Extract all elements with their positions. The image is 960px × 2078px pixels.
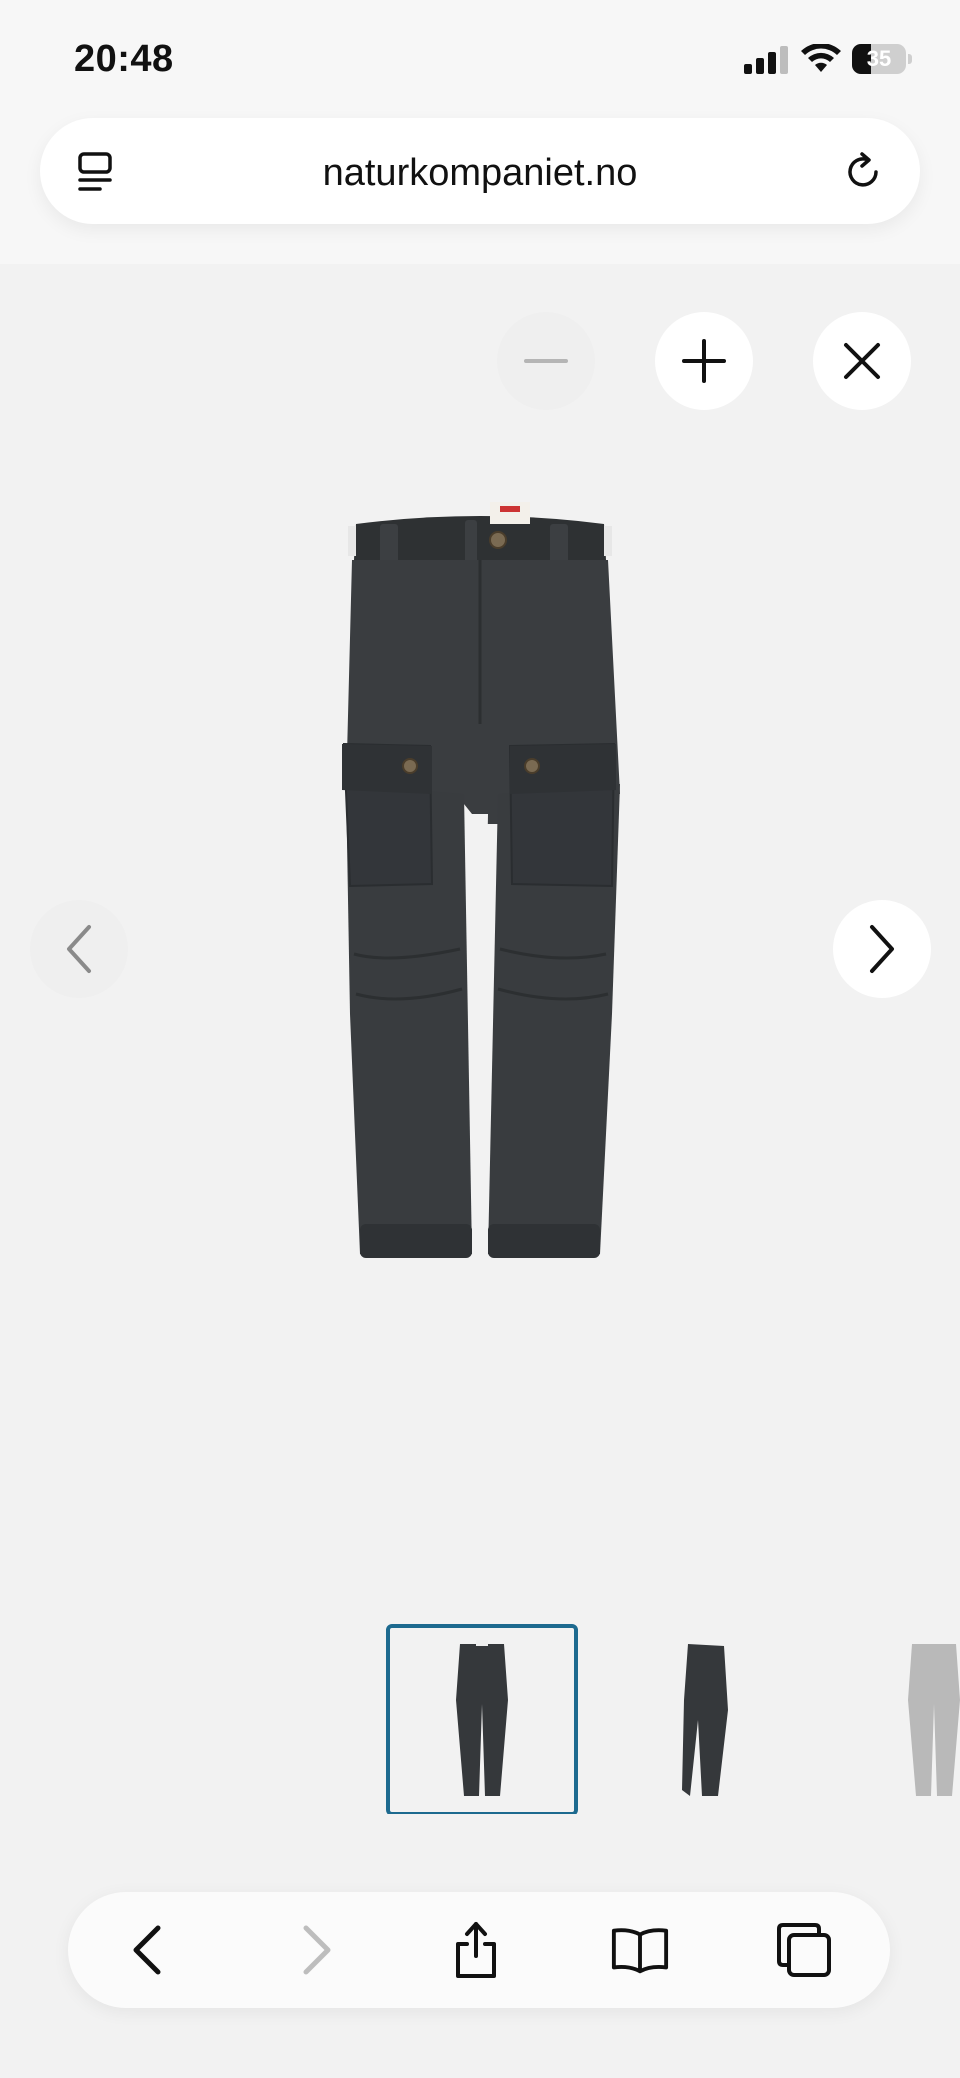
close-viewer-button[interactable]	[813, 312, 911, 410]
thumbnail-back[interactable]	[842, 1628, 960, 1812]
url-text[interactable]: naturkompaniet.no	[40, 152, 920, 195]
chevron-right-icon	[870, 925, 894, 973]
bookmarks-button[interactable]	[610, 1920, 670, 1980]
tabs-button[interactable]	[774, 1920, 834, 1980]
previous-image-button[interactable]	[30, 900, 128, 998]
product-image[interactable]	[320, 494, 640, 1359]
zoom-out-button[interactable]	[497, 312, 595, 410]
share-button[interactable]	[446, 1920, 506, 1980]
back-icon	[133, 1925, 161, 1975]
share-icon	[456, 1922, 496, 1978]
browser-toolbar	[68, 1892, 890, 2008]
tabs-icon	[777, 1923, 831, 1977]
thumbnail-strip	[0, 1624, 960, 1814]
thumbnail-side[interactable]	[612, 1628, 796, 1812]
browser-top-area: 20:48 35 naturkompaniet.no	[0, 0, 960, 264]
thumbnail-front[interactable]	[386, 1624, 578, 1814]
address-bar[interactable]: naturkompaniet.no	[40, 118, 920, 224]
forward-button[interactable]	[286, 1920, 346, 1980]
battery-icon: 35	[852, 44, 912, 74]
next-image-button[interactable]	[833, 900, 931, 998]
close-icon	[844, 343, 880, 379]
battery-percent: 35	[866, 46, 892, 71]
chevron-left-icon	[67, 925, 91, 973]
zoom-out-icon	[524, 359, 568, 363]
image-viewer	[0, 264, 960, 2078]
reload-icon[interactable]	[840, 148, 886, 199]
zoom-in-icon	[682, 339, 726, 383]
zoom-in-button[interactable]	[655, 312, 753, 410]
wifi-icon	[800, 43, 842, 79]
back-button[interactable]	[118, 1920, 178, 1980]
signal-icon	[744, 46, 788, 79]
forward-icon	[303, 1925, 331, 1975]
bookmarks-icon	[611, 1928, 669, 1974]
status-time: 20:48	[74, 38, 174, 80]
